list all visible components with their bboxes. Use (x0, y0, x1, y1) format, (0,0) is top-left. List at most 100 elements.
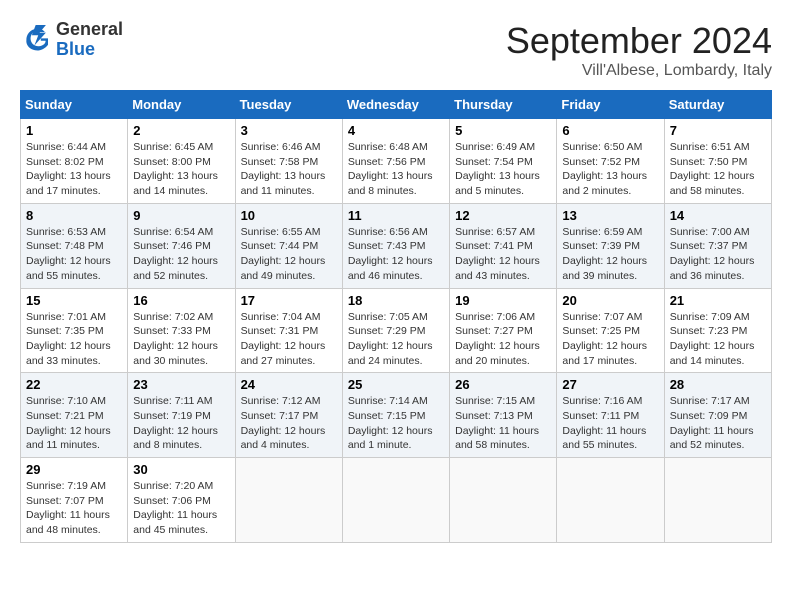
day-number: 15 (26, 293, 122, 308)
day-number: 24 (241, 377, 337, 392)
day-info: Sunrise: 7:14 AM Sunset: 7:15 PM Dayligh… (348, 394, 444, 453)
page-header: General Blue September 2024 Vill'Albese,… (20, 20, 772, 80)
calendar-week-row-2: 8 Sunrise: 6:53 AM Sunset: 7:48 PM Daylig… (21, 203, 772, 288)
calendar-cell: 13 Sunrise: 6:59 AM Sunset: 7:39 PM Dayli… (557, 203, 664, 288)
calendar-cell: 9 Sunrise: 6:54 AM Sunset: 7:46 PM Daylig… (128, 203, 235, 288)
day-info: Sunrise: 6:56 AM Sunset: 7:43 PM Dayligh… (348, 225, 444, 284)
calendar-cell (557, 458, 664, 543)
day-number: 25 (348, 377, 444, 392)
calendar-week-row-4: 22 Sunrise: 7:10 AM Sunset: 7:21 PM Dayli… (21, 373, 772, 458)
day-number: 21 (670, 293, 766, 308)
calendar-cell: 30 Sunrise: 7:20 AM Sunset: 7:06 PM Dayli… (128, 458, 235, 543)
calendar-cell: 29 Sunrise: 7:19 AM Sunset: 7:07 PM Dayli… (21, 458, 128, 543)
day-info: Sunrise: 6:50 AM Sunset: 7:52 PM Dayligh… (562, 140, 658, 199)
logo-general-text: General (56, 19, 123, 39)
location-text: Vill'Albese, Lombardy, Italy (506, 62, 772, 80)
calendar-cell: 12 Sunrise: 6:57 AM Sunset: 7:41 PM Dayli… (450, 203, 557, 288)
day-info: Sunrise: 6:48 AM Sunset: 7:56 PM Dayligh… (348, 140, 444, 199)
day-number: 18 (348, 293, 444, 308)
calendar-cell: 20 Sunrise: 7:07 AM Sunset: 7:25 PM Dayli… (557, 288, 664, 373)
calendar-cell: 19 Sunrise: 7:06 AM Sunset: 7:27 PM Dayli… (450, 288, 557, 373)
day-info: Sunrise: 7:16 AM Sunset: 7:11 PM Dayligh… (562, 394, 658, 453)
day-number: 27 (562, 377, 658, 392)
day-info: Sunrise: 6:53 AM Sunset: 7:48 PM Dayligh… (26, 225, 122, 284)
day-info: Sunrise: 7:02 AM Sunset: 7:33 PM Dayligh… (133, 310, 229, 369)
calendar-week-row-1: 1Sunrise: 6:44 AM Sunset: 8:02 PM Daylig… (21, 119, 772, 204)
day-info: Sunrise: 7:10 AM Sunset: 7:21 PM Dayligh… (26, 394, 122, 453)
day-info: Sunrise: 7:00 AM Sunset: 7:37 PM Dayligh… (670, 225, 766, 284)
calendar-cell: 25 Sunrise: 7:14 AM Sunset: 7:15 PM Dayli… (342, 373, 449, 458)
day-number: 20 (562, 293, 658, 308)
calendar-cell: 7Sunrise: 6:51 AM Sunset: 7:50 PM Daylig… (664, 119, 771, 204)
calendar-cell: 22 Sunrise: 7:10 AM Sunset: 7:21 PM Dayli… (21, 373, 128, 458)
calendar-cell: 17 Sunrise: 7:04 AM Sunset: 7:31 PM Dayli… (235, 288, 342, 373)
calendar-header-row: SundayMondayTuesdayWednesdayThursdayFrid… (21, 91, 772, 119)
day-info: Sunrise: 6:46 AM Sunset: 7:58 PM Dayligh… (241, 140, 337, 199)
weekday-header-saturday: Saturday (664, 91, 771, 119)
day-number: 5 (455, 123, 551, 138)
calendar-week-row-3: 15Sunrise: 7:01 AM Sunset: 7:35 PM Dayli… (21, 288, 772, 373)
day-number: 22 (26, 377, 122, 392)
day-number: 11 (348, 208, 444, 223)
calendar-cell (450, 458, 557, 543)
day-info: Sunrise: 7:19 AM Sunset: 7:07 PM Dayligh… (26, 479, 122, 538)
day-info: Sunrise: 7:06 AM Sunset: 7:27 PM Dayligh… (455, 310, 551, 369)
calendar-cell: 2 Sunrise: 6:45 AM Sunset: 8:00 PM Daylig… (128, 119, 235, 204)
day-info: Sunrise: 6:59 AM Sunset: 7:39 PM Dayligh… (562, 225, 658, 284)
logo-icon (20, 24, 52, 56)
calendar-cell: 6 Sunrise: 6:50 AM Sunset: 7:52 PM Daylig… (557, 119, 664, 204)
day-number: 2 (133, 123, 229, 138)
day-number: 16 (133, 293, 229, 308)
calendar-cell: 10Sunrise: 6:55 AM Sunset: 7:44 PM Dayli… (235, 203, 342, 288)
day-number: 19 (455, 293, 551, 308)
day-info: Sunrise: 6:45 AM Sunset: 8:00 PM Dayligh… (133, 140, 229, 199)
weekday-header-monday: Monday (128, 91, 235, 119)
day-info: Sunrise: 7:11 AM Sunset: 7:19 PM Dayligh… (133, 394, 229, 453)
calendar-cell: 3Sunrise: 6:46 AM Sunset: 7:58 PM Daylig… (235, 119, 342, 204)
day-number: 4 (348, 123, 444, 138)
day-info: Sunrise: 7:05 AM Sunset: 7:29 PM Dayligh… (348, 310, 444, 369)
day-info: Sunrise: 6:44 AM Sunset: 8:02 PM Dayligh… (26, 140, 122, 199)
day-number: 12 (455, 208, 551, 223)
day-info: Sunrise: 7:09 AM Sunset: 7:23 PM Dayligh… (670, 310, 766, 369)
weekday-header-friday: Friday (557, 91, 664, 119)
day-info: Sunrise: 6:51 AM Sunset: 7:50 PM Dayligh… (670, 140, 766, 199)
day-number: 14 (670, 208, 766, 223)
weekday-header-thursday: Thursday (450, 91, 557, 119)
day-number: 29 (26, 462, 122, 477)
calendar-cell: 14 Sunrise: 7:00 AM Sunset: 7:37 PM Dayli… (664, 203, 771, 288)
calendar-cell: 27 Sunrise: 7:16 AM Sunset: 7:11 PM Dayli… (557, 373, 664, 458)
day-info: Sunrise: 6:55 AM Sunset: 7:44 PM Dayligh… (241, 225, 337, 284)
day-number: 23 (133, 377, 229, 392)
weekday-header-tuesday: Tuesday (235, 91, 342, 119)
calendar-cell: 1Sunrise: 6:44 AM Sunset: 8:02 PM Daylig… (21, 119, 128, 204)
calendar-cell: 24 Sunrise: 7:12 AM Sunset: 7:17 PM Dayli… (235, 373, 342, 458)
day-info: Sunrise: 6:57 AM Sunset: 7:41 PM Dayligh… (455, 225, 551, 284)
day-number: 26 (455, 377, 551, 392)
weekday-header-wednesday: Wednesday (342, 91, 449, 119)
calendar-cell (235, 458, 342, 543)
calendar-table: SundayMondayTuesdayWednesdayThursdayFrid… (20, 90, 772, 543)
day-info: Sunrise: 6:49 AM Sunset: 7:54 PM Dayligh… (455, 140, 551, 199)
day-info: Sunrise: 7:17 AM Sunset: 7:09 PM Dayligh… (670, 394, 766, 453)
day-info: Sunrise: 6:54 AM Sunset: 7:46 PM Dayligh… (133, 225, 229, 284)
day-info: Sunrise: 7:20 AM Sunset: 7:06 PM Dayligh… (133, 479, 229, 538)
day-number: 17 (241, 293, 337, 308)
calendar-cell: 16 Sunrise: 7:02 AM Sunset: 7:33 PM Dayli… (128, 288, 235, 373)
day-info: Sunrise: 7:04 AM Sunset: 7:31 PM Dayligh… (241, 310, 337, 369)
calendar-cell: 23 Sunrise: 7:11 AM Sunset: 7:19 PM Dayli… (128, 373, 235, 458)
calendar-cell: 21 Sunrise: 7:09 AM Sunset: 7:23 PM Dayli… (664, 288, 771, 373)
day-info: Sunrise: 7:12 AM Sunset: 7:17 PM Dayligh… (241, 394, 337, 453)
day-info: Sunrise: 7:07 AM Sunset: 7:25 PM Dayligh… (562, 310, 658, 369)
calendar-cell (342, 458, 449, 543)
day-number: 13 (562, 208, 658, 223)
calendar-cell: 8 Sunrise: 6:53 AM Sunset: 7:48 PM Daylig… (21, 203, 128, 288)
calendar-cell: 28Sunrise: 7:17 AM Sunset: 7:09 PM Dayli… (664, 373, 771, 458)
day-number: 9 (133, 208, 229, 223)
calendar-cell: 11 Sunrise: 6:56 AM Sunset: 7:43 PM Dayli… (342, 203, 449, 288)
day-number: 8 (26, 208, 122, 223)
day-number: 30 (133, 462, 229, 477)
calendar-cell: 4 Sunrise: 6:48 AM Sunset: 7:56 PM Daylig… (342, 119, 449, 204)
calendar-cell: 18 Sunrise: 7:05 AM Sunset: 7:29 PM Dayli… (342, 288, 449, 373)
day-number: 6 (562, 123, 658, 138)
